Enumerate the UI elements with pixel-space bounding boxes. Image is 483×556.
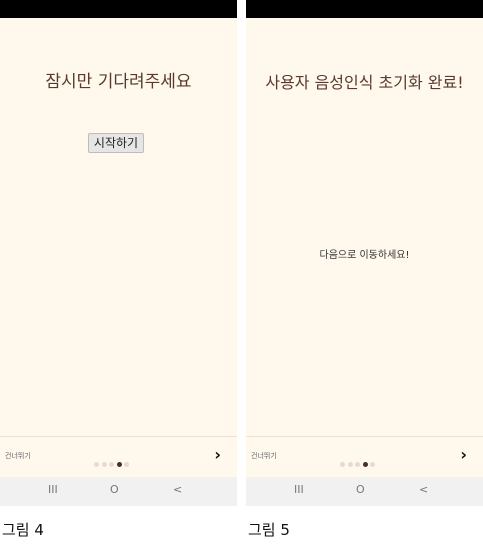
system-nav-bar: III O <	[0, 477, 237, 506]
status-bar	[0, 0, 237, 18]
onboarding-footer: 건너뛰기 ›	[246, 436, 483, 477]
page-dot-4-active	[116, 462, 122, 467]
page-dot-5	[370, 462, 375, 467]
skip-button[interactable]: 건너뛰기	[5, 451, 31, 461]
page-dot-3	[355, 462, 360, 467]
recent-apps-icon[interactable]: III	[48, 483, 58, 496]
move-next-message: 다음으로 이동하세요!	[319, 250, 410, 261]
skip-button[interactable]: 건너뛰기	[251, 451, 277, 461]
page-dot-5	[124, 462, 129, 467]
back-icon[interactable]: <	[173, 483, 182, 496]
start-button[interactable]: 시작하기	[88, 133, 144, 153]
home-icon[interactable]: O	[110, 483, 119, 496]
page-dot-3	[109, 462, 114, 467]
onboarding-footer: 건너뛰기 ›	[0, 436, 237, 477]
page-indicator	[94, 454, 132, 473]
next-arrow-icon[interactable]: ›	[214, 445, 221, 464]
recent-apps-icon[interactable]: III	[294, 483, 304, 496]
home-icon[interactable]: O	[356, 483, 365, 496]
page-indicator	[340, 454, 378, 473]
init-complete-title: 사용자 음성인식 초기화 완료!	[265, 73, 464, 92]
status-bar	[246, 0, 483, 18]
page-dot-4-active	[362, 462, 368, 467]
back-icon[interactable]: <	[419, 483, 428, 496]
page-dot-1	[340, 462, 345, 467]
waiting-title: 잠시만 기다려주세요	[45, 72, 192, 92]
page-dot-2	[347, 462, 353, 467]
next-arrow-icon[interactable]: ›	[460, 445, 467, 464]
page-dot-2	[101, 462, 107, 467]
page-dot-1	[94, 462, 99, 467]
figure-caption-4: 그림 4	[2, 521, 44, 539]
system-nav-bar: III O <	[246, 477, 483, 506]
figure-caption-5: 그림 5	[248, 521, 290, 539]
phone-screen-4: 잠시만 기다려주세요 시작하기 건너뛰기 › III O <	[0, 0, 237, 506]
phone-screen-5: 사용자 음성인식 초기화 완료! 다음으로 이동하세요! 건너뛰기 › III …	[246, 0, 483, 506]
